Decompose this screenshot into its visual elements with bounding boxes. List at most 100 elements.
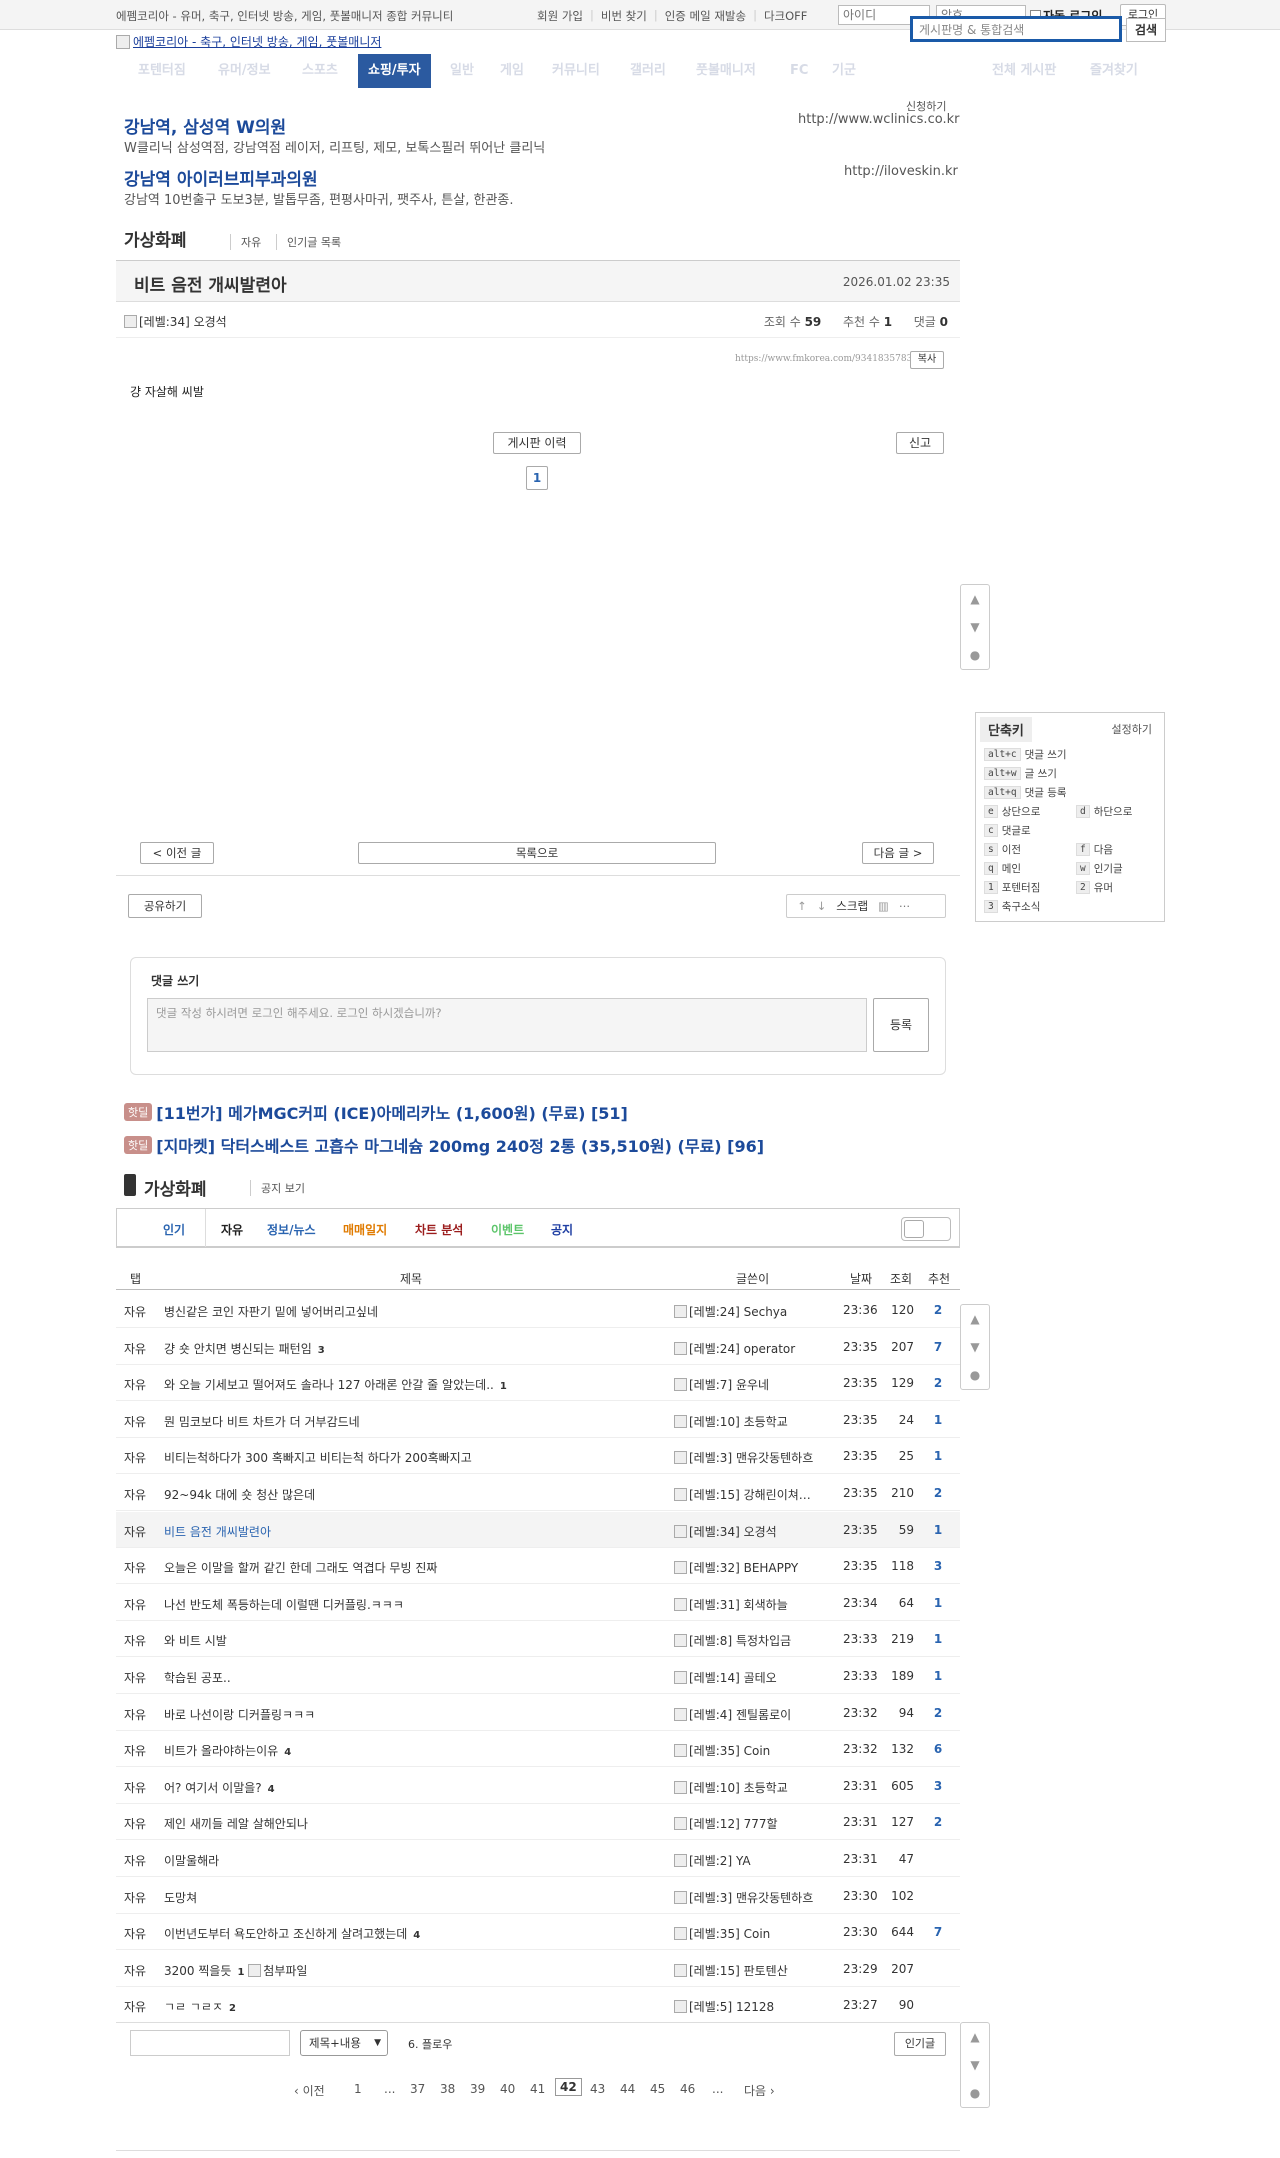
row-title[interactable]: 뭔 밈코보다 비트 차트가 더 거부감드네 — [164, 1413, 360, 1430]
nav-item-game[interactable]: 게임 — [500, 54, 524, 88]
comment-textarea[interactable]: 댓글 작성 하시려면 로그인 해주세요. 로그인 하시겠습니까? — [147, 998, 867, 1052]
row-category[interactable]: 자유 — [124, 1706, 146, 1723]
table-row[interactable]: 자유 이번년도부터 욕도안하고 조신하게 살려고했는데 4 [레벨:35] Coin 2… — [116, 1914, 960, 1950]
row-author[interactable]: [레벨:32] BEHAPPY — [674, 1559, 842, 1576]
table-row[interactable]: 자유 도망쳐 [레벨:3] 맨유갓동텐하흐 23:30 102 — [116, 1878, 960, 1914]
row-title[interactable]: 바로 나선이랑 디커플링ㅋㅋㅋ — [164, 1706, 315, 1723]
prev-post-button[interactable]: < 이전 글 — [140, 842, 214, 864]
row-title[interactable]: 이번년도부터 욕도안하고 조신하게 살려고했는데 4 — [164, 1925, 420, 1942]
row-comment-count[interactable]: 4 — [284, 1747, 291, 1758]
row-title[interactable]: 비트 음전 개씨발련아 — [164, 1523, 271, 1540]
row-title[interactable]: ㄱㄹ ㄱㄹㅈ 2 — [164, 1998, 236, 2015]
row-category[interactable]: 자유 — [124, 1486, 146, 1503]
nav-all-boards[interactable]: 전체 게시판 — [992, 54, 1056, 88]
tab-trading-log[interactable]: 매매일지 — [343, 1221, 387, 1238]
board-title[interactable]: 가상화폐 — [124, 226, 187, 251]
search-type-select[interactable]: 제목+내용 ▼ — [300, 2030, 388, 2056]
row-category[interactable]: 자유 — [124, 1998, 146, 2015]
dark-mode-toggle[interactable]: 다크OFF — [764, 8, 807, 24]
page-current[interactable]: 42 — [555, 2078, 582, 2096]
share-button[interactable]: 공유하기 — [128, 894, 202, 918]
nav-item-military[interactable]: 기군 — [832, 54, 856, 88]
page-link[interactable]: 41 — [530, 2082, 545, 2096]
row-title-text[interactable]: ㄱㄹ ㄱㄹㅈ — [164, 2000, 223, 2014]
nav-item-football-manager[interactable]: 풋볼매니저 — [696, 54, 756, 88]
shortcut-settings-link[interactable]: 설정하기 — [1112, 721, 1152, 737]
row-title-text[interactable]: 이번년도부터 욕도안하고 조신하게 살려고했는데 — [164, 1927, 407, 1941]
row-category[interactable]: 자유 — [124, 1559, 146, 1576]
scroll-up-icon[interactable]: ▲ — [961, 1305, 989, 1333]
nav-item-gallery[interactable]: 갤러리 — [630, 54, 666, 88]
ad-url-1[interactable]: http://www.wclinics.co.kr — [798, 112, 959, 127]
table-row[interactable]: 자유 어? 여기서 이말을? 4 [레벨:10] 초등학교 23:31 605 3 — [116, 1768, 960, 1804]
scroll-up-icon[interactable]: ▲ — [961, 2023, 989, 2051]
search-button[interactable]: 검색 — [1126, 18, 1166, 42]
row-category[interactable]: 자유 — [124, 1852, 146, 1869]
tab-notice[interactable]: 공지 — [551, 1221, 573, 1238]
board-sub-free[interactable]: 자유 — [230, 234, 261, 250]
row-category[interactable]: 자유 — [124, 1889, 146, 1906]
page-link[interactable]: 39 — [470, 2082, 485, 2096]
arrow-up-icon[interactable]: ↑ — [797, 899, 807, 913]
page-link[interactable]: 45 — [650, 2082, 665, 2096]
row-title-text[interactable]: 이말울해라 — [164, 1854, 219, 1868]
page-link[interactable]: 40 — [500, 2082, 515, 2096]
page-next[interactable]: 다음 › — [744, 2082, 775, 2099]
row-title-text[interactable]: 뭔 밈코보다 비트 차트가 더 거부감드네 — [164, 1415, 360, 1429]
row-title-text[interactable]: 어? 여기서 이말을? — [164, 1781, 262, 1795]
notice-link[interactable]: 공지 보기 — [250, 1180, 305, 1196]
page-link[interactable]: 43 — [590, 2082, 605, 2096]
tab-chart-analysis[interactable]: 차트 분석 — [415, 1221, 463, 1238]
row-title-text[interactable]: 바로 나선이랑 디커플링ㅋㅋㅋ — [164, 1708, 315, 1722]
ad-url-2[interactable]: http://iloveskin.kr — [844, 164, 958, 179]
row-category[interactable]: 자유 — [124, 1632, 146, 1649]
row-title-text[interactable]: 92~94k 대에 숏 청산 많은데 — [164, 1488, 315, 1502]
scroll-down-icon[interactable]: ▼ — [961, 2051, 989, 2079]
follow-label[interactable]: 6. 플로우 — [408, 2036, 452, 2052]
table-row[interactable]: 자유 3200 찍을듯 1 첨부파일 [레벨:15] 판토텐산 23:29 207 — [116, 1951, 960, 1987]
row-title[interactable]: 와 비트 시발 — [164, 1632, 227, 1649]
row-title-text[interactable]: 제인 새끼들 레알 살해안되나 — [164, 1817, 308, 1831]
row-title-text[interactable]: 와 오늘 기세보고 떨어져도 솔라나 127 아래론 안갈 줄 알았는데.. — [164, 1378, 494, 1392]
row-author[interactable]: [레벨:10] 초등학교 — [674, 1413, 842, 1430]
row-category[interactable]: 자유 — [124, 1413, 146, 1430]
row-title-text[interactable]: 비티는척하다가 300 혹빠지고 비티는척 하다가 200혹빠지고 — [164, 1451, 472, 1465]
row-title-text[interactable]: 걍 숏 안치면 병신되는 패턴임 — [164, 1342, 312, 1356]
row-title-text[interactable]: 와 비트 시발 — [164, 1634, 227, 1648]
row-title-text[interactable]: 오늘은 이말을 할꺼 같긴 한데 그래도 역겹다 무빙 진짜 — [164, 1561, 437, 1575]
row-comment-count[interactable]: 2 — [229, 2003, 236, 2014]
table-row[interactable]: 자유 걍 숏 안치면 병신되는 패턴임 3 [레벨:24] operator 23:35… — [116, 1329, 960, 1365]
more-icon[interactable]: ⋯ — [899, 899, 911, 913]
comment-submit-button[interactable]: 등록 — [873, 998, 929, 1052]
row-title[interactable]: 이말울해라 — [164, 1852, 219, 1869]
row-comment-count[interactable]: 1 — [237, 1967, 244, 1978]
row-title[interactable]: 오늘은 이말을 할꺼 같긴 한데 그래도 역겹다 무빙 진짜 — [164, 1559, 437, 1576]
table-row[interactable]: 자유 오늘은 이말을 할꺼 같긴 한데 그래도 역겹다 무빙 진짜 [레벨:32] … — [116, 1548, 960, 1584]
chart-icon[interactable]: ▥ — [878, 899, 889, 913]
comment-bubble-icon[interactable]: ● — [961, 1361, 989, 1389]
row-author[interactable]: [레벨:12] 777할 — [674, 1815, 842, 1832]
post-page-button[interactable]: 1 — [526, 466, 548, 490]
board-history-button[interactable]: 게시판 이력 — [493, 432, 581, 454]
row-author[interactable]: [레벨:10] 초등학교 — [674, 1779, 842, 1796]
scroll-up-icon[interactable]: ▲ — [961, 585, 989, 613]
table-row[interactable]: 자유 비티는척하다가 300 혹빠지고 비티는척 하다가 200혹빠지고 [레벨:3… — [116, 1438, 960, 1474]
popular-posts-button[interactable]: 인기글 — [894, 2032, 946, 2056]
row-title-text[interactable]: 도망쳐 — [164, 1891, 197, 1905]
table-row[interactable]: 자유 와 비트 시발 [레벨:8] 특정차입금 23:33 219 1 — [116, 1621, 960, 1657]
page-link[interactable]: 46 — [680, 2082, 695, 2096]
row-title-text[interactable]: 나선 반도체 폭등하는데 이럴땐 디커플링.ㅋㅋㅋ — [164, 1598, 404, 1612]
row-author[interactable]: [레벨:4] 젠틸롬로이 — [674, 1706, 842, 1723]
table-row[interactable]: 자유 학습된 공포.. [레벨:14] 골테오 23:33 189 1 — [116, 1658, 960, 1694]
table-row[interactable]: 자유 이말울해라 [레벨:2] YA 23:31 47 — [116, 1841, 960, 1877]
arrow-down-icon[interactable]: ↓ — [817, 899, 827, 913]
page-link[interactable]: 1 — [354, 2082, 362, 2096]
view-toggle[interactable] — [901, 1217, 951, 1241]
post-url[interactable]: https://www.fmkorea.com/9341835783 — [735, 354, 912, 364]
nav-item-general[interactable]: 일반 — [450, 54, 474, 88]
table-row[interactable]: 자유 ㄱㄹ ㄱㄹㅈ 2 [레벨:5] 12128 23:27 90 — [116, 1987, 960, 2023]
row-author[interactable]: [레벨:31] 회색하늘 — [674, 1596, 842, 1613]
post-author[interactable]: [레벨:34] 오경석 — [124, 313, 227, 330]
row-category[interactable]: 자유 — [124, 1669, 146, 1686]
row-comment-count[interactable]: 4 — [413, 1930, 420, 1941]
